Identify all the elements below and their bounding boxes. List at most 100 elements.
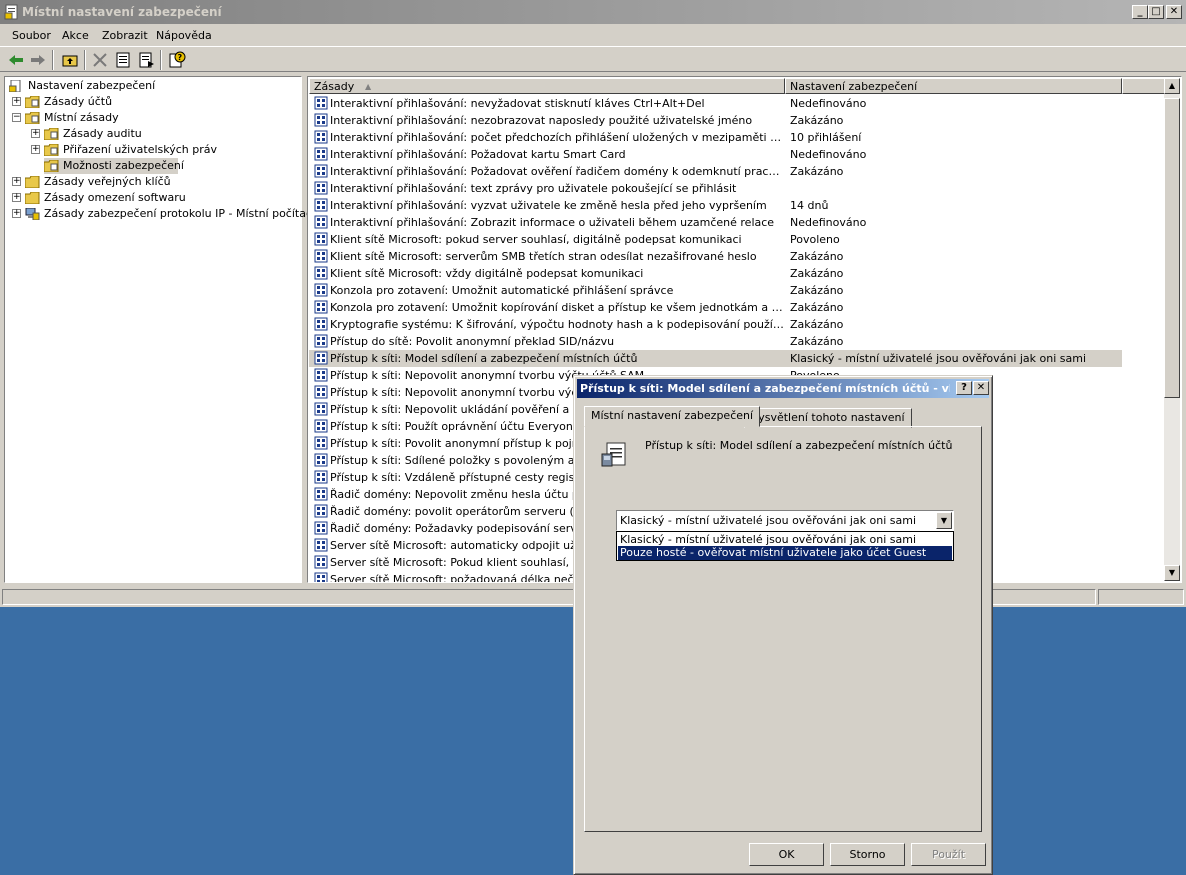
policy-setting: Zakázáno [790, 318, 844, 331]
policy-icon [314, 130, 328, 144]
tree-pane[interactable]: Nastavení zabezpečení + Zásady účtů − Mí… [4, 76, 312, 583]
up-folder-icon[interactable] [60, 51, 80, 69]
policy-icon [314, 402, 328, 416]
tree-item-label: Možnosti zabezpečení [63, 159, 184, 172]
policy-icon [314, 283, 328, 297]
policy-folder-icon [44, 160, 59, 172]
column-header-policy[interactable]: Zásady ▲ [309, 78, 785, 94]
table-row[interactable]: Interaktivní přihlašování: nevyžadovat s… [309, 95, 1122, 112]
table-row[interactable]: Interaktivní přihlašování: Požadovat kar… [309, 146, 1122, 163]
table-row[interactable]: Konzola pro zotavení: Umožnit automatick… [309, 282, 1122, 299]
ok-button[interactable]: OK [749, 843, 824, 866]
policy-icon [314, 436, 328, 450]
scroll-thumb[interactable] [1164, 98, 1180, 398]
policy-icon [314, 470, 328, 484]
export-list-icon[interactable] [136, 51, 156, 69]
tab-explain[interactable]: Vysvětlení tohoto nastavení [744, 408, 912, 428]
expand-icon[interactable]: + [12, 193, 21, 202]
expand-icon[interactable]: + [31, 145, 40, 154]
table-row[interactable]: Přístup do sítě: Povolit anonymní překla… [309, 333, 1122, 350]
policy-setting: Nedefinováno [790, 97, 867, 110]
policy-setting: Nedefinováno [790, 216, 867, 229]
policy-name: Interaktivní přihlašování: počet předcho… [330, 131, 785, 144]
scroll-up-button[interactable]: ▲ [1164, 78, 1180, 94]
dropdown-option-classic[interactable]: Klasický - místní uživatelé jsou ověřová… [618, 533, 952, 547]
chevron-down-icon[interactable]: ▼ [936, 512, 952, 529]
properties-dialog: Přístup k síti: Model sdílení a zabezpeč… [573, 375, 993, 875]
help-button[interactable]: ? [956, 381, 972, 395]
tree-item-label: Místní zásady [44, 111, 119, 124]
table-row[interactable]: Klient sítě Microsoft: serverům SMB třet… [309, 248, 1122, 265]
tab-local-security-setting[interactable]: Místní nastavení zabezpečení [584, 406, 761, 427]
policy-icon [314, 521, 328, 535]
minimize-button[interactable]: _ [1132, 5, 1148, 19]
policy-name: Přístup k síti: Model sdílení a zabezpeč… [330, 352, 638, 365]
tree-item-label: Přiřazení uživatelských práv [63, 143, 218, 156]
policy-icon [314, 96, 328, 110]
tree-item-security-options[interactable]: Možnosti zabezpečení [44, 158, 184, 174]
expand-icon[interactable]: + [12, 97, 21, 106]
collapse-icon[interactable]: − [12, 113, 21, 122]
maximize-button[interactable]: □ [1148, 5, 1164, 19]
help-icon[interactable]: ? [167, 51, 187, 69]
tab-panel: Přístup k síti: Model sdílení a zabezpeč… [584, 426, 982, 832]
policy-name: Klient sítě Microsoft: serverům SMB třet… [330, 250, 757, 263]
tab-label: Vysvětlení tohoto nastavení [751, 411, 905, 424]
policy-icon [314, 181, 328, 195]
policy-setting: Zakázáno [790, 114, 844, 127]
table-row[interactable]: Konzola pro zotavení: Umožnit kopírování… [309, 299, 1122, 316]
folder-icon [25, 192, 40, 204]
policy-icon [314, 300, 328, 314]
tree-item-label: Zásady veřejných klíčů [44, 175, 171, 188]
close-button[interactable]: ✕ [1166, 5, 1182, 19]
tree-item-label: Zásady účtů [44, 95, 113, 108]
scroll-down-button[interactable]: ▼ [1164, 565, 1180, 581]
toolbar-separator [52, 50, 54, 70]
cancel-button[interactable]: Storno [830, 843, 905, 866]
policy-setting: Zakázáno [790, 301, 844, 314]
menu-action[interactable]: Akce [62, 29, 89, 42]
svg-text:?: ? [178, 53, 183, 62]
policy-icon [314, 385, 328, 399]
title-bar[interactable]: Místní nastavení zabezpečení _ □ ✕ [0, 0, 1186, 24]
menu-file[interactable]: Soubor [12, 29, 51, 42]
tab-label: Místní nastavení zabezpečení [591, 409, 754, 422]
security-settings-icon [4, 4, 18, 20]
policy-icon [314, 232, 328, 246]
column-header-setting[interactable]: Nastavení zabezpečení [785, 78, 1122, 94]
policy-document-icon [601, 442, 626, 467]
policy-icon [314, 147, 328, 161]
properties-icon[interactable] [113, 51, 133, 69]
combobox-value: Klasický - místní uživatelé jsou ověřová… [620, 514, 917, 527]
table-row[interactable]: Interaktivní přihlašování: počet předcho… [309, 129, 1122, 146]
status-panel [1098, 589, 1184, 605]
table-row[interactable]: Přístup k síti: Model sdílení a zabezpeč… [309, 350, 1122, 367]
back-icon[interactable] [6, 51, 26, 69]
dialog-close-button[interactable]: ✕ [973, 381, 989, 395]
dropdown-option-guest-only[interactable]: Pouze hosté - ověřovat místní uživatele … [618, 546, 952, 560]
menu-view[interactable]: Zobrazit [102, 29, 148, 42]
table-row[interactable]: Interaktivní přihlašování: text zprávy p… [309, 180, 1122, 197]
expand-icon[interactable]: + [12, 177, 21, 186]
table-row[interactable]: Klient sítě Microsoft: vždy digitálně po… [309, 265, 1122, 282]
table-row[interactable]: Interaktivní přihlašování: Požadovat ově… [309, 163, 1122, 180]
delete-icon[interactable] [90, 51, 110, 69]
forward-icon[interactable] [28, 51, 48, 69]
policy-name: Interaktivní přihlašování: Zobrazit info… [330, 216, 775, 229]
table-row[interactable]: Interaktivní přihlašování: Zobrazit info… [309, 214, 1122, 231]
table-row[interactable]: Interaktivní přihlašování: vyzvat uživat… [309, 197, 1122, 214]
dialog-title-bar[interactable]: Přístup k síti: Model sdílení a zabezpeč… [577, 379, 989, 398]
apply-button[interactable]: Použít [911, 843, 986, 866]
policy-name: Interaktivní přihlašování: Požadovat kar… [330, 148, 626, 161]
expand-icon[interactable]: + [12, 209, 21, 218]
vertical-scrollbar[interactable]: ▲ ▼ [1164, 78, 1180, 581]
table-row[interactable]: Kryptografie systému: K šifrování, výpoč… [309, 316, 1122, 333]
policy-folder-icon [25, 96, 40, 108]
table-row[interactable]: Klient sítě Microsoft: pokud server souh… [309, 231, 1122, 248]
policy-icon [314, 368, 328, 382]
policy-icon [314, 334, 328, 348]
menu-help[interactable]: Nápověda [156, 29, 212, 42]
expand-icon[interactable]: + [31, 129, 40, 138]
setting-combobox[interactable]: Klasický - místní uživatelé jsou ověřová… [616, 510, 954, 531]
table-row[interactable]: Interaktivní přihlašování: nezobrazovat … [309, 112, 1122, 129]
